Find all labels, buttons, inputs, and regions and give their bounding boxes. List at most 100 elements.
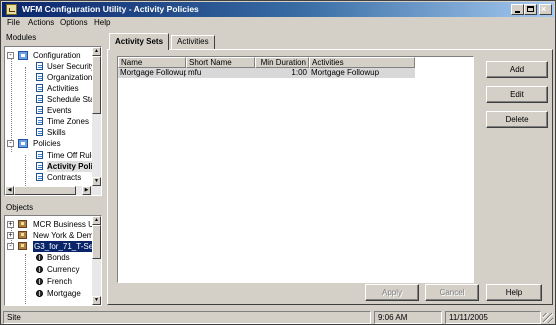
document-icon — [36, 95, 43, 103]
tree-item-label: User Security — [47, 62, 93, 71]
scroll-thumb[interactable] — [92, 56, 101, 114]
cell-short-name: mfu — [188, 68, 202, 77]
objects-header: Objects — [6, 203, 34, 212]
tree-item-label: Configuration — [33, 51, 81, 60]
activity-sets-grid[interactable]: Name Short Name Min Duration Activities … — [117, 56, 474, 283]
tree-item-label: Policies — [33, 139, 61, 148]
document-icon — [36, 128, 43, 136]
globe-icon — [36, 266, 43, 273]
status-bar: Site 9:06 AM 11/11/2005 — [2, 311, 554, 324]
scroll-right-icon[interactable]: ▶ — [82, 186, 91, 195]
resize-grip-icon[interactable] — [543, 313, 553, 323]
column-header-activities[interactable]: Activities — [309, 57, 415, 68]
objects-tree[interactable]: + MCR Business Unit + New York & Dem - G… — [4, 215, 102, 306]
tree-item-label: New York & Dem — [33, 231, 93, 240]
minimize-button[interactable] — [511, 4, 524, 15]
cell-min-duration: 1:00 — [291, 68, 307, 77]
modules-tree-content: - Configuration User Security Organizati… — [5, 47, 93, 195]
scroll-left-icon[interactable]: ◀ — [5, 186, 14, 195]
scroll-down-icon[interactable]: ▼ — [92, 177, 101, 186]
cell-activities: Mortgage Followup — [311, 68, 380, 77]
globe-icon — [36, 278, 43, 285]
network-icon — [18, 139, 28, 148]
maximize-button[interactable] — [524, 4, 537, 15]
column-header-short-name[interactable]: Short Name — [186, 57, 255, 68]
building-icon — [18, 242, 27, 250]
document-icon — [36, 73, 43, 81]
objects-tree-content: + MCR Business Unit + New York & Dem - G… — [5, 216, 93, 305]
tree-item-label: G3_for_71_T-Serv — [33, 241, 93, 252]
scroll-up-icon[interactable]: ▲ — [92, 216, 101, 225]
tree-item-label: Organization — [47, 73, 93, 82]
menu-actions[interactable]: Actions — [28, 18, 54, 27]
document-icon — [36, 62, 43, 70]
table-row[interactable]: Mortgage Followup mfu 1:00 Mortgage Foll… — [118, 68, 415, 78]
tree-item-label: French — [47, 277, 72, 286]
edit-button[interactable]: Edit — [486, 86, 548, 103]
collapse-icon[interactable]: - — [7, 140, 14, 147]
tree-line — [25, 67, 26, 135]
document-icon — [36, 117, 43, 125]
apply-button[interactable]: Apply — [365, 284, 419, 301]
status-date: 11/11/2005 — [445, 311, 541, 324]
tree-line — [11, 56, 12, 152]
tree-item-label: Contracts — [47, 173, 82, 182]
modules-horizontal-scrollbar[interactable]: ◀ ▶ — [5, 186, 101, 195]
document-icon — [36, 84, 43, 92]
tree-item-label: Mortgage — [47, 289, 81, 298]
tree-item-label: Skills — [47, 128, 66, 137]
collapse-icon[interactable]: - — [7, 243, 14, 250]
tree-item-label: Currency — [47, 265, 80, 274]
close-icon: × — [541, 4, 547, 14]
cancel-button[interactable]: Cancel — [425, 284, 479, 301]
tree-item-label: Events — [47, 106, 72, 115]
modules-header: Modules — [6, 33, 37, 42]
delete-button[interactable]: Delete — [486, 111, 548, 128]
expand-icon[interactable]: + — [7, 221, 14, 228]
building-icon — [18, 231, 27, 239]
tree-item-label: Activity Policies — [47, 161, 93, 172]
add-button[interactable]: Add — [486, 61, 548, 78]
title-bar[interactable]: WFM Configuration Utility - Activity Pol… — [2, 2, 554, 17]
globe-icon — [36, 254, 43, 261]
document-icon — [36, 151, 43, 159]
building-icon — [18, 220, 27, 228]
tree-line — [25, 254, 26, 304]
minimize-icon — [515, 11, 520, 13]
modules-vertical-scrollbar[interactable]: ▲ ▼ — [92, 47, 101, 186]
document-icon — [36, 106, 43, 114]
help-button[interactable]: Help — [486, 284, 542, 301]
globe-icon — [36, 290, 43, 297]
app-window: WFM Configuration Utility - Activity Pol… — [0, 0, 556, 325]
tree-item-label: MCR Business Unit — [33, 220, 93, 229]
cell-name: Mortgage Followup — [120, 68, 186, 77]
document-icon — [36, 173, 43, 181]
window-title: WFM Configuration Utility - Activity Pol… — [22, 4, 199, 14]
objects-vertical-scrollbar[interactable]: ▲ ▼ — [92, 216, 101, 305]
column-header-min-duration[interactable]: Min Duration — [255, 57, 309, 68]
tree-item-label: Time Off Rules — [47, 151, 93, 160]
modules-tree[interactable]: - Configuration User Security Organizati… — [4, 46, 102, 196]
menu-help[interactable]: Help — [94, 18, 110, 27]
close-button[interactable]: × — [539, 4, 552, 15]
scroll-thumb[interactable] — [92, 225, 101, 259]
tree-item-label: Time Zones — [47, 117, 89, 126]
tree-item-label: Schedule State — [47, 95, 93, 104]
status-time: 9:06 AM — [374, 311, 442, 324]
document-icon — [36, 162, 43, 170]
expand-icon[interactable]: + — [7, 232, 14, 239]
menu-file[interactable]: File — [7, 18, 20, 27]
scroll-down-icon[interactable]: ▼ — [92, 296, 101, 305]
tab-activities[interactable]: Activities — [171, 35, 215, 49]
tree-item-label: Bonds — [47, 253, 70, 262]
tab-activity-sets[interactable]: Activity Sets — [109, 33, 170, 50]
menu-bar: File Actions Options Help — [2, 17, 554, 30]
maximize-icon — [527, 6, 534, 12]
collapse-icon[interactable]: - — [7, 52, 14, 59]
network-icon — [18, 51, 28, 60]
scroll-thumb[interactable] — [14, 186, 76, 195]
status-text: Site — [3, 311, 371, 324]
menu-options[interactable]: Options — [60, 18, 88, 27]
column-header-name[interactable]: Name — [118, 57, 186, 68]
scroll-up-icon[interactable]: ▲ — [92, 47, 101, 56]
